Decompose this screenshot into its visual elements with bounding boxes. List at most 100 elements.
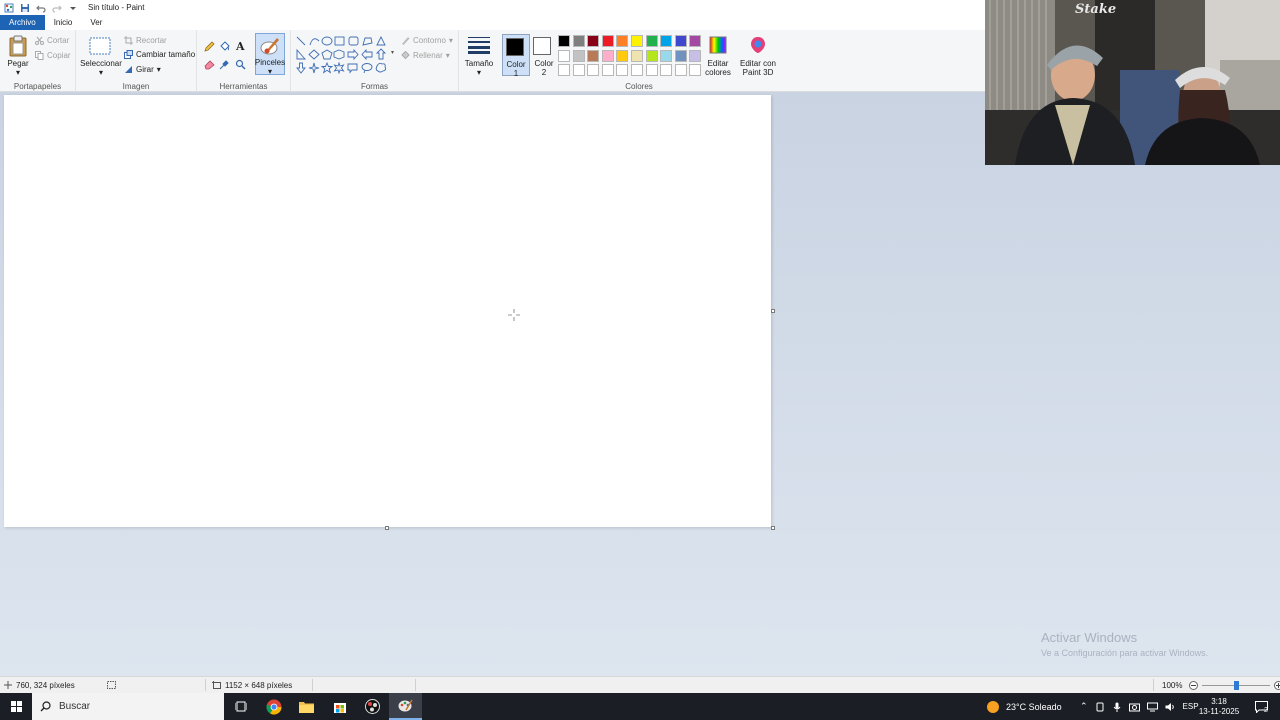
- store-icon: [333, 702, 346, 713]
- palette-swatch[interactable]: [674, 35, 687, 47]
- crop-button[interactable]: Recortar: [124, 36, 167, 45]
- palette-swatch[interactable]: [689, 35, 702, 47]
- magnifier-icon[interactable]: [235, 59, 246, 70]
- selection-size: [107, 677, 116, 693]
- drawing-canvas[interactable]: [4, 95, 771, 527]
- customize-toolbar-icon[interactable]: [68, 3, 78, 13]
- shapes-gallery-icons[interactable]: [295, 35, 395, 77]
- taskbar-search[interactable]: Buscar: [32, 693, 224, 720]
- palette-swatch[interactable]: [558, 35, 570, 47]
- palette-swatch[interactable]: [689, 49, 702, 62]
- zoom-slider[interactable]: [1202, 680, 1271, 690]
- paint3d-button[interactable]: Editar con Paint 3D: [737, 34, 779, 78]
- tab-home[interactable]: Inicio: [45, 15, 82, 30]
- canvas-size-icon: [212, 681, 221, 689]
- taskbar-file-explorer[interactable]: [290, 693, 323, 720]
- resize-handle-right[interactable]: [771, 309, 775, 313]
- gallery-scroll-icon[interactable]: ▾: [391, 49, 394, 56]
- palette-swatch[interactable]: [558, 49, 570, 62]
- volume-icon[interactable]: [1165, 702, 1176, 712]
- start-button[interactable]: [0, 693, 32, 720]
- selection-icon: [107, 681, 116, 689]
- clipboard-group-label: Portapapeles: [13, 82, 62, 91]
- palette-swatch[interactable]: [572, 35, 585, 47]
- cut-button[interactable]: Cortar: [35, 36, 69, 45]
- palette-swatch[interactable]: [616, 49, 629, 62]
- undo-icon[interactable]: [36, 3, 46, 13]
- language-indicator[interactable]: ESP: [1183, 702, 1199, 711]
- palette-swatch[interactable]: [674, 64, 687, 76]
- palette-swatch[interactable]: [616, 35, 629, 47]
- palette-swatch[interactable]: [674, 49, 687, 62]
- paste-button[interactable]: Pegar ▾: [3, 59, 33, 77]
- zoom-in-icon[interactable]: [1274, 680, 1280, 690]
- color2-button[interactable]: Color 2: [530, 34, 558, 77]
- select-icon[interactable]: [89, 37, 111, 55]
- resize-button[interactable]: Cambiar tamaño: [124, 50, 195, 59]
- taskbar-obs[interactable]: [356, 693, 389, 720]
- edit-colors-label: Editar colores: [703, 59, 733, 77]
- palette-swatch[interactable]: [616, 64, 629, 76]
- palette-swatch[interactable]: [660, 35, 673, 47]
- network-icon[interactable]: [1146, 702, 1158, 712]
- tab-view[interactable]: Ver: [81, 15, 111, 30]
- resize-label: Cambiar tamaño: [136, 50, 196, 59]
- text-icon[interactable]: A: [235, 40, 246, 51]
- palette-swatch[interactable]: [645, 64, 658, 76]
- palette-swatch[interactable]: [587, 49, 600, 62]
- select-button[interactable]: Seleccionar ▾: [78, 59, 124, 77]
- save-icon[interactable]: [20, 3, 30, 13]
- palette-swatch[interactable]: [631, 64, 643, 76]
- palette-swatch[interactable]: [631, 49, 643, 62]
- rainbow-palette-icon: [709, 36, 727, 54]
- palette-swatch[interactable]: [660, 64, 673, 76]
- palette-swatch[interactable]: [645, 49, 658, 62]
- camera-icon[interactable]: [1128, 702, 1140, 712]
- weather-widget[interactable]: 23°C Soleado: [986, 693, 1062, 720]
- outline-button[interactable]: Contorno ▾: [401, 36, 453, 45]
- notification-center[interactable]: 2: [1250, 693, 1272, 720]
- pencil-icon[interactable]: [204, 41, 215, 52]
- palette-swatch[interactable]: [601, 64, 614, 76]
- color1-button[interactable]: Color 1: [502, 34, 530, 78]
- taskbar-store[interactable]: [323, 693, 356, 720]
- palette-swatch[interactable]: [645, 35, 658, 47]
- palette-swatch[interactable]: [601, 35, 614, 47]
- zoom-out-icon[interactable]: [1189, 680, 1199, 690]
- redo-icon[interactable]: [52, 3, 62, 13]
- search-icon: [40, 701, 51, 712]
- fill-button[interactable]: Rellenar ▾: [401, 51, 450, 60]
- palette-swatch[interactable]: [587, 64, 600, 76]
- color-picker-icon[interactable]: [219, 59, 230, 70]
- task-view-button[interactable]: [224, 693, 257, 720]
- microphone-icon[interactable]: [1112, 702, 1122, 712]
- tab-file[interactable]: Archivo: [0, 15, 45, 30]
- fill-bucket-icon[interactable]: [219, 41, 230, 52]
- palette-swatch[interactable]: [558, 64, 570, 76]
- resize-handle-corner[interactable]: [771, 526, 775, 530]
- palette-swatch[interactable]: [631, 35, 643, 47]
- device-icon[interactable]: [1095, 702, 1105, 712]
- palette-swatch[interactable]: [572, 64, 585, 76]
- clock[interactable]: 3:18 13-11-2025: [1198, 693, 1240, 720]
- rotate-button[interactable]: Girar ▾: [124, 65, 161, 74]
- palette-swatch[interactable]: [660, 49, 673, 62]
- copy-button[interactable]: Copiar: [35, 51, 71, 60]
- system-tray: ⌃ ESP: [1080, 693, 1199, 720]
- chevron-down-icon: ▾: [156, 65, 161, 74]
- palette-swatch[interactable]: [572, 49, 585, 62]
- palette-swatch[interactable]: [601, 49, 614, 62]
- chevron-up-icon[interactable]: ⌃: [1080, 701, 1088, 712]
- edit-colors-button[interactable]: Editar colores: [703, 34, 733, 78]
- resize-handle-bottom[interactable]: [385, 526, 389, 530]
- palette-swatch[interactable]: [689, 64, 702, 76]
- taskbar-chrome[interactable]: [257, 693, 290, 720]
- eraser-icon[interactable]: [204, 59, 215, 70]
- palette-swatch[interactable]: [587, 35, 600, 47]
- zoom-slider-thumb[interactable]: [1233, 680, 1239, 690]
- paste-icon[interactable]: [8, 35, 28, 57]
- brushes-button[interactable]: Pinceles ▾: [255, 33, 285, 76]
- taskbar-paint[interactable]: [389, 693, 422, 720]
- windows-logo-icon: [10, 701, 22, 712]
- size-button[interactable]: Tamaño ▾: [459, 30, 499, 92]
